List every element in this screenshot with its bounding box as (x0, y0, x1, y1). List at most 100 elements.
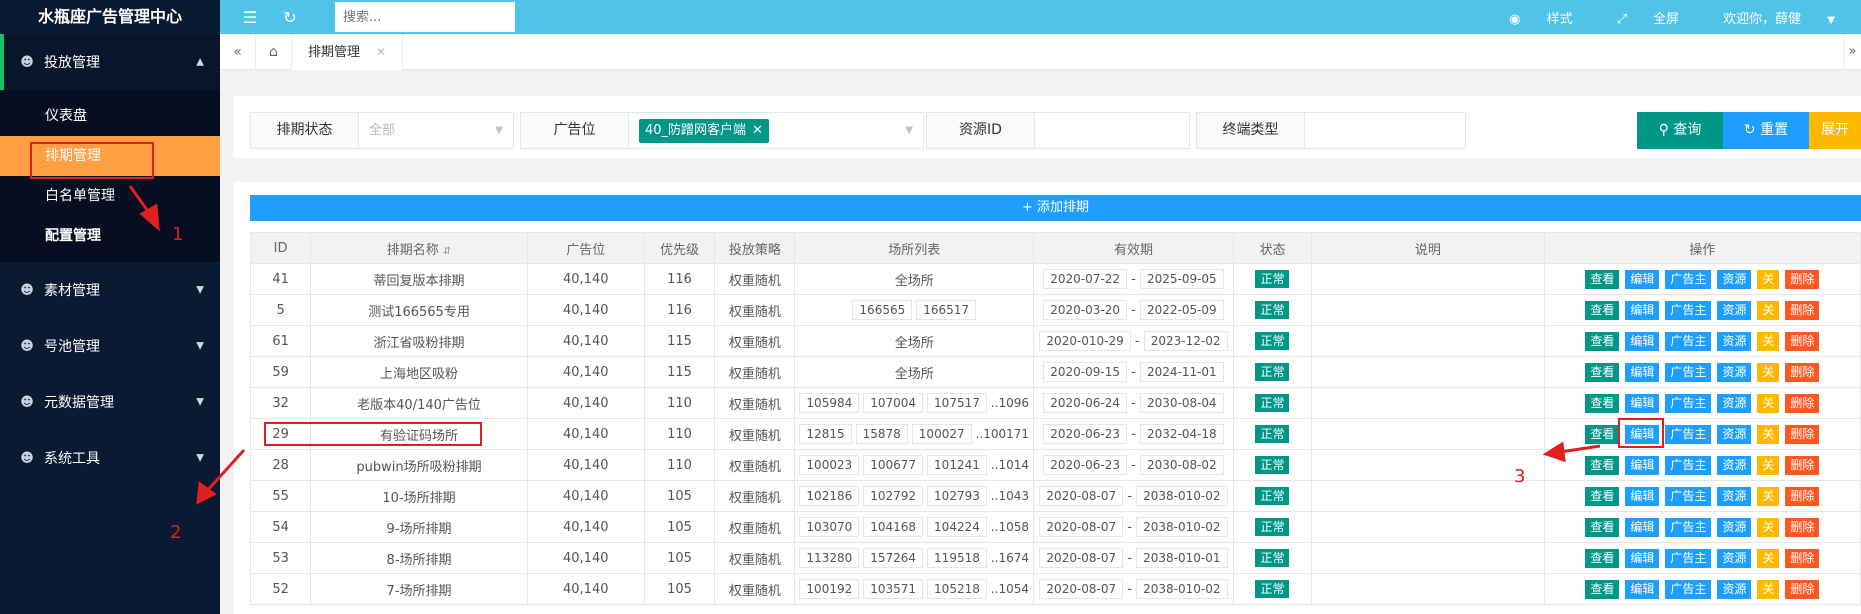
close-button[interactable]: 关 (1757, 517, 1780, 537)
advertiser-button[interactable]: 广告主 (1665, 393, 1712, 413)
venue-chip[interactable]: 100192 (799, 579, 860, 599)
venue-chip[interactable]: 105984 (799, 393, 860, 413)
advertiser-button[interactable]: 广告主 (1665, 269, 1712, 289)
advertiser-button[interactable]: 广告主 (1665, 362, 1712, 382)
close-button[interactable]: 关 (1757, 393, 1780, 413)
menu-group-delivery[interactable]: ☻ 投放管理 ▲ (0, 34, 220, 90)
edit-button[interactable]: 编辑 (1625, 548, 1660, 568)
menu-group-numberpool[interactable]: ☻ 号池管理 ▼ (0, 318, 220, 374)
venue-chip[interactable]: 113280 (799, 548, 860, 568)
advertiser-button[interactable]: 广告主 (1665, 579, 1712, 599)
advertiser-button[interactable]: 广告主 (1665, 455, 1712, 475)
edit-button[interactable]: 编辑 (1625, 579, 1660, 599)
delete-button[interactable]: 删除 (1785, 486, 1820, 506)
expand-button[interactable]: 展开 (1809, 112, 1861, 149)
resource-input[interactable] (1035, 113, 1189, 148)
venue-chip[interactable]: 12815 (799, 424, 852, 444)
view-button[interactable]: 查看 (1585, 548, 1620, 568)
edit-button[interactable]: 编辑 (1625, 517, 1660, 537)
refresh-icon[interactable]: ↻ (270, 8, 310, 27)
delete-button[interactable]: 删除 (1785, 548, 1820, 568)
delete-button[interactable]: 删除 (1785, 517, 1820, 537)
resource-button[interactable]: 资源 (1717, 331, 1752, 351)
edit-button[interactable]: 编辑 (1625, 486, 1660, 506)
sidebar-item-whitelist[interactable]: 白名单管理 (0, 176, 220, 216)
terminal-input[interactable] (1305, 113, 1465, 148)
close-button[interactable]: 关 (1757, 486, 1780, 506)
edit-button[interactable]: 编辑 (1625, 362, 1660, 382)
resource-button[interactable]: 资源 (1717, 517, 1752, 537)
venue-chip[interactable]: 102792 (863, 486, 924, 506)
view-button[interactable]: 查看 (1585, 393, 1620, 413)
view-button[interactable]: 查看 (1585, 455, 1620, 475)
add-schedule-button[interactable]: + 添加排期 (250, 195, 1861, 221)
view-button[interactable]: 查看 (1585, 362, 1620, 382)
venue-chip[interactable]: 166565 (852, 300, 913, 320)
edit-button[interactable]: 编辑 (1625, 393, 1660, 413)
menu-group-metadata[interactable]: ☻ 元数据管理 ▼ (0, 374, 220, 430)
delete-button[interactable]: 删除 (1785, 362, 1820, 382)
edit-button[interactable]: 编辑 (1625, 331, 1660, 351)
view-button[interactable]: 查看 (1585, 579, 1620, 599)
view-button[interactable]: 查看 (1585, 331, 1620, 351)
advertiser-button[interactable]: 广告主 (1665, 300, 1712, 320)
close-button[interactable]: 关 (1757, 579, 1780, 599)
venue-chip[interactable]: 100023 (799, 455, 860, 475)
advertiser-button[interactable]: 广告主 (1665, 486, 1712, 506)
view-button[interactable]: 查看 (1585, 424, 1620, 444)
style-button[interactable]: ◉ 样式 (1509, 8, 1595, 27)
venue-chip[interactable]: 119518 (927, 548, 987, 568)
venue-chip[interactable]: 101241 (927, 455, 987, 475)
status-select[interactable]: 全部 ▼ (359, 113, 513, 148)
resource-button[interactable]: 资源 (1717, 300, 1752, 320)
search-input[interactable] (335, 2, 515, 32)
remove-tag-icon[interactable]: ✕ (752, 123, 763, 138)
resource-button[interactable]: 资源 (1717, 455, 1752, 475)
venue-chip[interactable]: 107517 (927, 393, 987, 413)
delete-button[interactable]: 删除 (1785, 269, 1820, 289)
resource-button[interactable]: 资源 (1717, 486, 1752, 506)
advertiser-button[interactable]: 广告主 (1665, 517, 1712, 537)
venue-chip[interactable]: 104224 (927, 517, 987, 537)
venue-chip[interactable]: 15878 (855, 424, 908, 444)
tab-schedule[interactable]: 排期管理 ✕ (292, 33, 404, 70)
venue-chip[interactable]: 104168 (863, 517, 924, 537)
close-button[interactable]: 关 (1757, 269, 1780, 289)
query-button[interactable]: ⚲ 查询 (1637, 112, 1723, 149)
close-button[interactable]: 关 (1757, 548, 1780, 568)
sidebar-item-config[interactable]: 配置管理 (0, 216, 220, 256)
close-icon[interactable]: ✕ (376, 45, 386, 59)
home-icon[interactable]: ⌂ (256, 33, 292, 70)
resource-button[interactable]: 资源 (1717, 393, 1752, 413)
reset-button[interactable]: ↻ 重置 (1723, 112, 1809, 149)
venue-chip[interactable]: 102186 (799, 486, 860, 506)
resource-button[interactable]: 资源 (1717, 579, 1752, 599)
close-button[interactable]: 关 (1757, 455, 1780, 475)
view-button[interactable]: 查看 (1585, 269, 1620, 289)
sort-icon[interactable]: ⇵ (443, 246, 451, 257)
resource-button[interactable]: 资源 (1717, 424, 1752, 444)
adpos-select[interactable]: 40_防蹭网客户端 ✕ ▼ (629, 113, 923, 148)
resource-button[interactable]: 资源 (1717, 548, 1752, 568)
advertiser-button[interactable]: 广告主 (1665, 331, 1712, 351)
venue-chip[interactable]: 107004 (863, 393, 924, 413)
close-button[interactable]: 关 (1757, 424, 1780, 444)
venue-chip[interactable]: 102793 (927, 486, 987, 506)
edit-button[interactable]: 编辑 (1625, 300, 1660, 320)
delete-button[interactable]: 删除 (1785, 331, 1820, 351)
view-button[interactable]: 查看 (1585, 300, 1620, 320)
venue-chip[interactable]: 105218 (927, 579, 987, 599)
close-button[interactable]: 关 (1757, 331, 1780, 351)
advertiser-button[interactable]: 广告主 (1665, 424, 1712, 444)
close-button[interactable]: 关 (1757, 300, 1780, 320)
resource-button[interactable]: 资源 (1717, 269, 1752, 289)
venue-chip[interactable]: 103070 (799, 517, 860, 537)
edit-button[interactable]: 编辑 (1625, 269, 1660, 289)
close-button[interactable]: 关 (1757, 362, 1780, 382)
menu-group-material[interactable]: ☻ 素材管理 ▼ (0, 262, 220, 318)
advertiser-button[interactable]: 广告主 (1665, 548, 1712, 568)
scroll-left-icon[interactable]: « (220, 33, 256, 70)
resource-button[interactable]: 资源 (1717, 362, 1752, 382)
menu-group-system[interactable]: ☻ 系统工具 ▼ (0, 430, 220, 486)
delete-button[interactable]: 删除 (1785, 455, 1820, 475)
